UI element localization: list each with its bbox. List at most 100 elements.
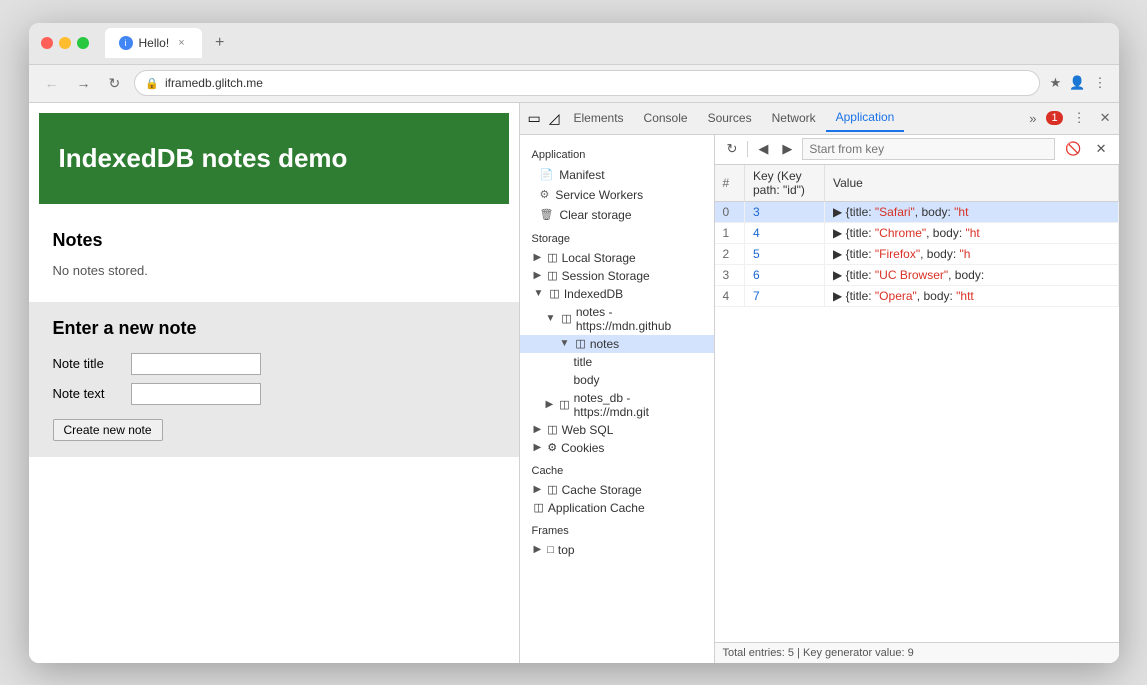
tab-elements[interactable]: Elements	[564, 105, 634, 131]
profile-icon[interactable]: 👤	[1069, 75, 1085, 91]
prev-page-button[interactable]: ◀	[754, 139, 772, 159]
cell-value: ▶ {title: "UC Browser", body:	[825, 264, 1119, 285]
tab-console[interactable]: Console	[634, 105, 698, 131]
local-storage-arrow: ▶	[534, 252, 542, 263]
devtools-body: Application 📄 Manifest ⚙ Service Workers…	[520, 135, 1119, 663]
cell-value: ▶ {title: "Firefox", body: "h	[825, 243, 1119, 264]
cache-section-header: Cache	[520, 461, 714, 481]
toolbar-divider	[747, 141, 748, 157]
sidebar-item-notes-store[interactable]: ▼ ◫ notes	[520, 335, 714, 353]
sidebar-item-application-cache[interactable]: ◫ Application Cache	[520, 499, 714, 517]
cookies-label: Cookies	[561, 441, 604, 455]
tab-close-button[interactable]: ×	[175, 36, 187, 50]
note-text-row: Note text	[53, 383, 495, 405]
note-title-label: Note title	[53, 356, 123, 371]
notes-db2-icon: ◫	[559, 398, 569, 411]
devtools-panel: ▭ ◿ Elements Console Sources Network App…	[519, 103, 1119, 663]
new-tab-button[interactable]: +	[208, 31, 232, 55]
top-frame-label: top	[558, 543, 575, 557]
start-from-key-input[interactable]	[802, 138, 1055, 160]
sidebar-item-indexeddb[interactable]: ▼ ◫ IndexedDB	[520, 285, 714, 303]
close-window-button[interactable]	[41, 37, 53, 49]
indexeddb-label: IndexedDB	[564, 287, 623, 301]
devtools-status-bar: Total entries: 5 | Key generator value: …	[715, 642, 1119, 663]
cell-value: ▶ {title: "Opera", body: "htt	[825, 285, 1119, 306]
notes-db-label: notes - https://mdn.github	[576, 305, 702, 333]
table-row[interactable]: 36▶ {title: "UC Browser", body:	[715, 264, 1119, 285]
new-note-heading: Enter a new note	[53, 318, 495, 339]
new-note-section: Enter a new note Note title Note text Cr…	[29, 302, 519, 457]
cookies-icon: ⚙	[547, 441, 557, 454]
sidebar-item-manifest[interactable]: 📄 Manifest	[520, 165, 714, 185]
menu-icon[interactable]: ⋮	[1094, 75, 1107, 91]
cell-hash: 2	[715, 243, 745, 264]
title-field-label: title	[574, 355, 593, 369]
sidebar-item-web-sql[interactable]: ▶ ◫ Web SQL	[520, 421, 714, 439]
sidebar-item-notes-db[interactable]: ▼ ◫ notes - https://mdn.github	[520, 303, 714, 335]
note-text-input[interactable]	[131, 383, 261, 405]
sidebar-item-title-field[interactable]: title	[520, 353, 714, 371]
session-storage-arrow: ▶	[534, 270, 542, 281]
table-row[interactable]: 47▶ {title: "Opera", body: "htt	[715, 285, 1119, 306]
reload-button[interactable]: ↻	[105, 73, 125, 94]
entries-table: # Key (Key path: "id") Value 03▶ {title:…	[715, 165, 1119, 307]
tab-application[interactable]: Application	[826, 104, 905, 132]
notes-section: Notes No notes stored.	[29, 214, 519, 294]
url-text: iframedb.glitch.me	[165, 76, 263, 90]
local-storage-icon: ◫	[547, 251, 557, 264]
tab-sources[interactable]: Sources	[698, 105, 762, 131]
browser-tab[interactable]: i Hello! ×	[105, 28, 202, 58]
table-row[interactable]: 25▶ {title: "Firefox", body: "h	[715, 243, 1119, 264]
top-frame-icon: □	[547, 544, 554, 556]
delete-selected-button[interactable]: ✕	[1092, 139, 1111, 159]
cache-storage-arrow: ▶	[534, 484, 542, 495]
note-title-row: Note title	[53, 353, 495, 375]
more-tabs-button[interactable]: »	[1025, 109, 1040, 128]
note-title-input[interactable]	[131, 353, 261, 375]
device-toolbar-button[interactable]: ◿	[545, 108, 564, 129]
page-header: IndexedDB notes demo	[39, 113, 509, 204]
no-notes-text: No notes stored.	[53, 263, 495, 278]
minimize-window-button[interactable]	[59, 37, 71, 49]
tab-network[interactable]: Network	[762, 105, 826, 131]
session-storage-label: Session Storage	[562, 269, 650, 283]
bookmark-icon[interactable]: ★	[1050, 75, 1062, 91]
notes-store-arrow: ▼	[560, 338, 570, 349]
cell-key: 3	[745, 201, 825, 222]
notes-db-arrow: ▼	[546, 313, 556, 324]
sidebar-item-local-storage[interactable]: ▶ ◫ Local Storage	[520, 249, 714, 267]
devtools-sidebar: Application 📄 Manifest ⚙ Service Workers…	[520, 135, 715, 663]
sidebar-item-notes-db2[interactable]: ▶ ◫ notes_db - https://mdn.git	[520, 389, 714, 421]
url-bar[interactable]: 🔒 iframedb.glitch.me	[134, 70, 1039, 96]
sidebar-item-body-field[interactable]: body	[520, 371, 714, 389]
sidebar-item-clear-storage[interactable]: 🗑 Clear storage	[520, 205, 714, 225]
table-header-row: # Key (Key path: "id") Value	[715, 165, 1119, 202]
web-sql-label: Web SQL	[562, 423, 614, 437]
sidebar-item-cache-storage[interactable]: ▶ ◫ Cache Storage	[520, 481, 714, 499]
inspect-element-button[interactable]: ▭	[524, 108, 545, 129]
devtools-settings-button[interactable]: ⋮	[1069, 108, 1090, 128]
back-button[interactable]: ←	[41, 73, 63, 93]
sidebar-item-cookies[interactable]: ▶ ⚙ Cookies	[520, 439, 714, 457]
table-row[interactable]: 03▶ {title: "Safari", body: "ht	[715, 201, 1119, 222]
sidebar-item-top-frame[interactable]: ▶ □ top	[520, 541, 714, 559]
tab-title: Hello!	[139, 36, 170, 50]
sidebar-clear-storage-label: Clear storage	[559, 208, 631, 222]
clear-entries-button[interactable]: 🚫	[1061, 139, 1085, 159]
create-note-button[interactable]: Create new note	[53, 419, 163, 441]
notes-db-icon: ◫	[561, 312, 571, 325]
sidebar-item-service-workers[interactable]: ⚙ Service Workers	[520, 185, 714, 205]
table-row[interactable]: 14▶ {title: "Chrome", body: "ht	[715, 222, 1119, 243]
cache-storage-label: Cache Storage	[562, 483, 642, 497]
sidebar-item-session-storage[interactable]: ▶ ◫ Session Storage	[520, 267, 714, 285]
maximize-window-button[interactable]	[77, 37, 89, 49]
storage-section-header: Storage	[520, 229, 714, 249]
next-page-button[interactable]: ▶	[778, 139, 796, 159]
refresh-data-button[interactable]: ↻	[723, 139, 742, 159]
forward-button[interactable]: →	[73, 73, 95, 93]
local-storage-label: Local Storage	[562, 251, 636, 265]
devtools-close-button[interactable]: ✕	[1096, 108, 1115, 128]
web-sql-arrow: ▶	[534, 424, 542, 435]
title-bar: i Hello! × +	[29, 23, 1119, 65]
devtools-icons: » 1 ⋮ ✕	[1025, 108, 1114, 128]
